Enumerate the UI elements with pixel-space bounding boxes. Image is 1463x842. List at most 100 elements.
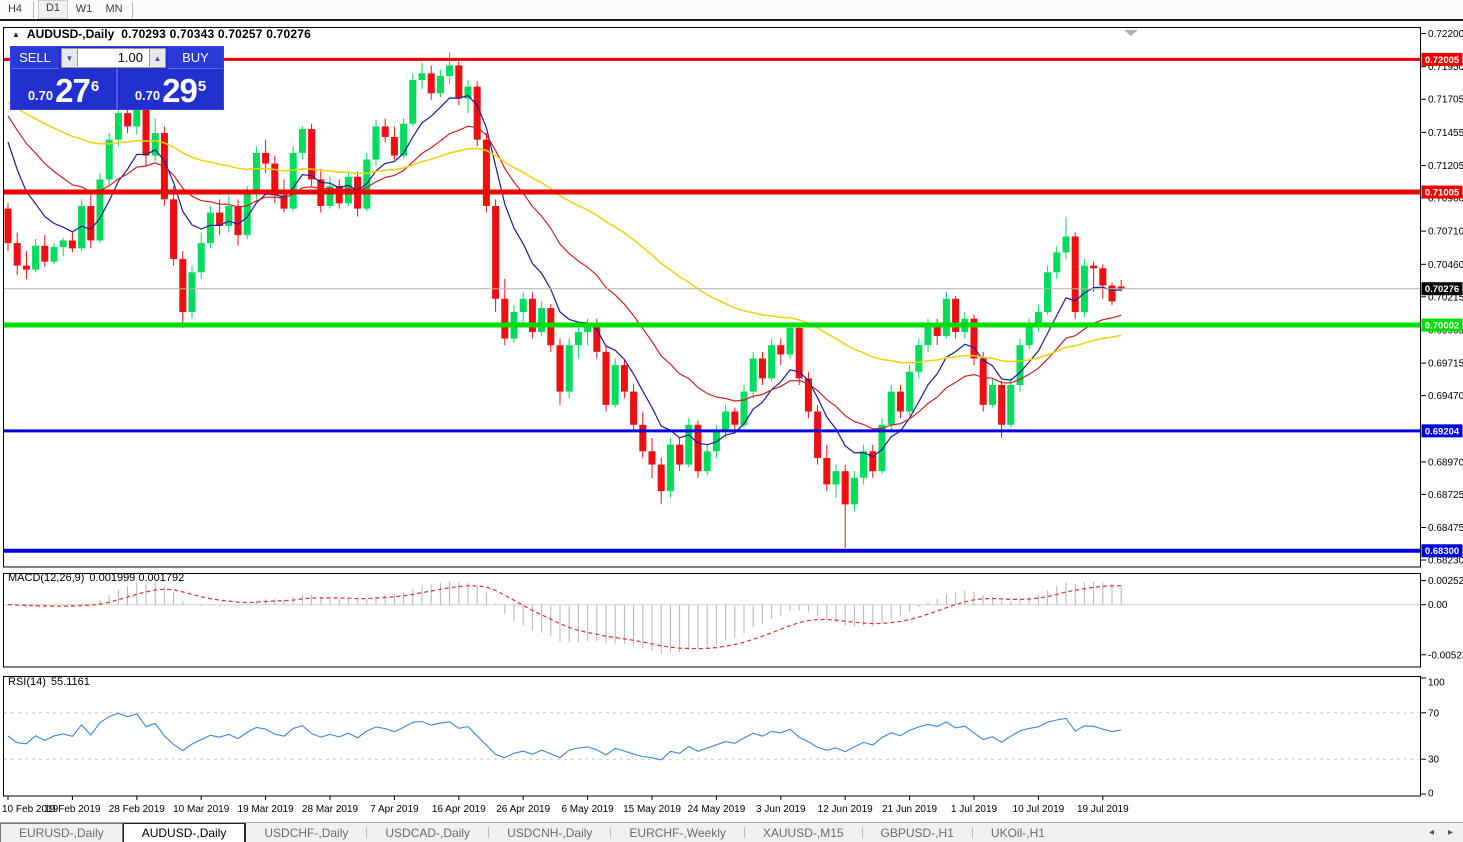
svg-text:0.71005: 0.71005 [1425, 188, 1460, 199]
rsi-pane[interactable] [4, 712, 1420, 761]
tab-usdcad-daily[interactable]: USDCAD-,Daily [367, 823, 488, 842]
svg-text:0.72200: 0.72200 [1428, 29, 1463, 40]
volume-input[interactable]: 1.00 [78, 48, 149, 68]
svg-text:10 Jul 2019: 10 Jul 2019 [1013, 804, 1065, 815]
svg-text:3 Jun 2019: 3 Jun 2019 [756, 804, 806, 815]
rsi-value: 55.1161 [50, 676, 90, 688]
svg-text:0.70276: 0.70276 [1425, 284, 1459, 295]
date-axis: 10 Feb 201919 Feb 2019 28 Feb 2019 10 Mar … [2, 796, 1129, 815]
timeframe-button-w1[interactable]: W1 [70, 1, 98, 18]
ma-mid-line [7, 115, 1122, 430]
svg-text:28 Feb 2019: 28 Feb 2019 [109, 804, 166, 815]
tab-usdchf-daily[interactable]: USDCHF-,Daily [246, 823, 366, 842]
buy-price-pip: 5 [197, 78, 207, 95]
sell-price-big: 27 [55, 72, 91, 109]
svg-text:0.69470: 0.69470 [1428, 391, 1463, 402]
svg-text:0.70460: 0.70460 [1428, 260, 1463, 271]
toolbar-separator [132, 1, 133, 18]
rsi-name: RSI(14) [8, 676, 46, 688]
sell-price-display[interactable]: 0.70 27 6 [11, 69, 116, 109]
buy-price-prefix: 0.70 [134, 88, 161, 103]
support-resistance-lines[interactable] [4, 57, 1420, 553]
tab-gbpusd-h1[interactable]: GBPUSD-,H1 [863, 823, 972, 842]
tab-eurchf-weekly[interactable]: EURCHF-,Weekly [611, 823, 743, 842]
svg-text:0.68475: 0.68475 [1428, 523, 1463, 534]
chart-title: ▲ AUDUSD-,Daily 0.70293 0.70343 0.70257 … [12, 27, 311, 41]
sell-price-prefix: 0.70 [27, 88, 54, 103]
price-axis: 0.722000.719500.717050.714550.712050.709… [1421, 29, 1463, 567]
svg-text:24 May 2019: 24 May 2019 [687, 804, 745, 815]
svg-text:100: 100 [1428, 678, 1445, 689]
buy-price-display[interactable]: 0.70 29 5 [118, 69, 223, 109]
svg-text:0.69715: 0.69715 [1428, 359, 1463, 370]
svg-text:1 Jul 2019: 1 Jul 2019 [951, 804, 998, 815]
volume-decrease-icon[interactable]: ▼ [61, 48, 78, 68]
tab-scroll-right-icon[interactable]: ▸ [1448, 827, 1453, 838]
sell-price-pip: 6 [90, 78, 100, 95]
timeframe-button-h4[interactable]: H4 [1, 1, 29, 18]
svg-text:7 Apr 2019: 7 Apr 2019 [370, 804, 419, 815]
timeframe-toolbar: H4 D1 W1 MN [0, 0, 1463, 21]
svg-text:28 Mar 2019: 28 Mar 2019 [302, 804, 359, 815]
ohlc-values: 0.70293 0.70343 0.70257 0.70276 [121, 27, 311, 41]
buy-price-big: 29 [162, 72, 198, 109]
svg-text:-0.005234: -0.005234 [1428, 650, 1463, 661]
svg-text:15 May 2019: 15 May 2019 [623, 804, 681, 815]
svg-text:0.68725: 0.68725 [1428, 490, 1463, 501]
svg-text:21 Jun 2019: 21 Jun 2019 [882, 804, 937, 815]
svg-text:0.71205: 0.71205 [1428, 161, 1463, 172]
tab-eurusd-daily[interactable]: EURUSD-,Daily [0, 823, 123, 842]
tab-ukoil-h1[interactable]: UKOil-,H1 [973, 823, 1063, 842]
svg-text:16 Apr 2019: 16 Apr 2019 [432, 804, 486, 815]
timeframe-button-mn[interactable]: MN [100, 1, 128, 18]
mt4-window: { "icons":{ "collapse_arrow":"▲", "spin_… [0, 0, 1463, 842]
svg-text:19 Mar 2019: 19 Mar 2019 [238, 804, 295, 815]
svg-text:19 Jul 2019: 19 Jul 2019 [1077, 804, 1129, 815]
buy-button[interactable]: BUY [168, 47, 223, 69]
svg-text:10 Mar 2019: 10 Mar 2019 [173, 804, 230, 815]
svg-text:0.68970: 0.68970 [1428, 457, 1463, 468]
svg-text:0.70002: 0.70002 [1425, 321, 1459, 332]
chart-canvas[interactable]: 0.722000.719500.717050.714550.712050.709… [0, 0, 1463, 842]
svg-text:70: 70 [1428, 708, 1440, 719]
symbol-period-label: AUDUSD-,Daily [26, 27, 115, 41]
timeframe-button-d1[interactable]: D1 [38, 0, 68, 19]
tab-scroll-nav: ◂ ▸ [1429, 823, 1463, 842]
chart-shift-marker-icon[interactable] [1124, 30, 1138, 36]
svg-text:0.71705: 0.71705 [1428, 95, 1463, 106]
tab-xauusd-m15[interactable]: XAUUSD-,M15 [745, 823, 862, 842]
macd-signal-line [7, 585, 1122, 650]
rsi-axis: 100 70 30 0 [1421, 677, 1445, 800]
volume-increase-icon[interactable]: ▲ [149, 48, 166, 68]
svg-text:26 Apr 2019: 26 Apr 2019 [496, 804, 550, 815]
svg-text:30: 30 [1428, 755, 1440, 766]
rsi-indicator-label: RSI(14) 55.1161 [8, 676, 90, 688]
macd-name: MACD(12,26,9) [8, 572, 85, 584]
svg-text:0.72005: 0.72005 [1425, 55, 1460, 66]
svg-text:0.69204: 0.69204 [1425, 426, 1460, 437]
tab-scroll-left-icon[interactable]: ◂ [1429, 827, 1434, 838]
sell-button[interactable]: SELL [11, 47, 59, 69]
collapse-panel-arrow-icon[interactable]: ▲ [12, 30, 20, 39]
svg-text:0.00: 0.00 [1428, 600, 1448, 611]
svg-text:6 May 2019: 6 May 2019 [561, 804, 614, 815]
macd-indicator-label: MACD(12,26,9) 0.001999 0.001792 [8, 572, 184, 584]
tab-usdcnh-daily[interactable]: USDCNH-,Daily [489, 823, 610, 842]
chart-tabs-bar: EURUSD-,Daily AUDUSD-,Daily USDCHF-,Dail… [0, 822, 1463, 842]
svg-text:0.002522: 0.002522 [1428, 576, 1463, 587]
svg-text:0.70710: 0.70710 [1428, 227, 1463, 238]
panel-frames [3, 27, 1421, 797]
macd-axis: 0.002522 0.00 -0.005234 [1421, 576, 1463, 661]
ma-fast-line [7, 94, 1122, 458]
svg-text:0: 0 [1428, 789, 1434, 800]
svg-text:19 Feb 2019: 19 Feb 2019 [44, 804, 101, 815]
macd-histogram [16, 581, 1122, 654]
candles-layer [4, 52, 1125, 549]
macd-values: 0.001999 0.001792 [89, 572, 185, 584]
one-click-trading-panel: SELL ▼ 1.00 ▲ BUY 0.70 27 6 0.70 29 5 [10, 46, 224, 110]
toolbar-separator [33, 1, 34, 18]
volume-spinner: ▼ 1.00 ▲ [59, 47, 168, 69]
svg-text:12 Jun 2019: 12 Jun 2019 [818, 804, 873, 815]
tab-audusd-daily[interactable]: AUDUSD-,Daily [122, 823, 247, 842]
svg-text:0.71455: 0.71455 [1428, 128, 1463, 139]
